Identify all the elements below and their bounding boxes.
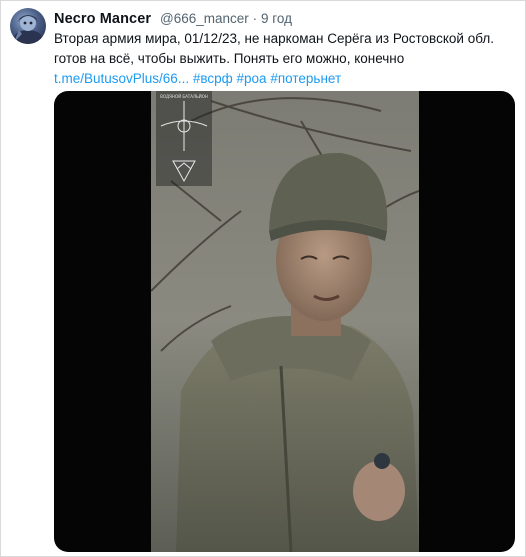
video-watermark-text: ВОДЯНОЙ БАТАЛЬЙОН (160, 94, 208, 99)
hashtag-link[interactable]: #потерьнет (270, 71, 341, 86)
video-frame[interactable]: ВОДЯНОЙ БАТАЛЬЙОН (151, 91, 419, 552)
header-separator: · (252, 11, 258, 26)
tweet-text-line: Вторая армия мира, 01/12/23, не наркоман… (54, 31, 494, 46)
tweet-media[interactable]: ВОДЯНОЙ БАТАЛЬЙОН (54, 91, 515, 552)
tweet-text-line: готов на всё, чтобы выжить. Понять его м… (54, 51, 405, 66)
video-still: ВОДЯНОЙ БАТАЛЬЙОН (151, 91, 419, 552)
tweet-links-line: t.me/ButusovPlus/66... #всрф #роа #потер… (54, 69, 514, 89)
hashtag-link[interactable]: #роа (237, 71, 267, 86)
tweet-link[interactable]: t.me/ButusovPlus/66... (54, 71, 189, 86)
avatar-image (14, 15, 42, 44)
tweet-card[interactable]: Necro Mancer @666_mancer · 9 год Вторая … (0, 0, 526, 557)
author-handle[interactable]: @666_mancer (160, 11, 249, 26)
hashtag-link[interactable]: #всрф (193, 71, 233, 86)
author-display-name[interactable]: Necro Mancer (54, 11, 151, 27)
tweet-header: Necro Mancer @666_mancer · 9 год (54, 8, 292, 28)
tweet-timestamp[interactable]: 9 год (261, 11, 292, 26)
avatar[interactable] (10, 8, 46, 44)
tweet-text: Вторая армия мира, 01/12/23, не наркоман… (54, 29, 514, 89)
